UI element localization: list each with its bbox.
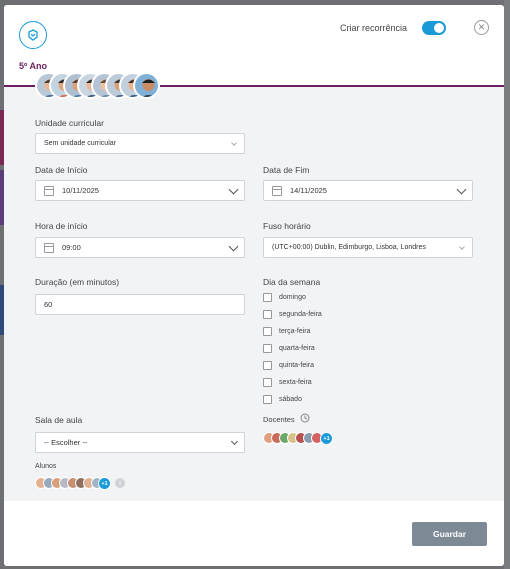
teachers-label: Docentes: [263, 415, 295, 424]
checkbox[interactable]: [263, 395, 272, 404]
calendar-icon: [44, 185, 54, 196]
weekday-option[interactable]: domingo: [263, 289, 322, 306]
checkbox[interactable]: [263, 327, 272, 336]
classroom-select[interactable]: -- Escolher --: [35, 432, 245, 453]
timezone-value: (UTC+00:00) Dublin, Edimburgo, Lisboa, L…: [272, 244, 426, 251]
calendar-icon: [44, 242, 54, 253]
curricular-unit-label: Unidade curricular: [35, 118, 104, 128]
recurrence-label: Criar recorrência: [340, 23, 408, 33]
recurrence-toggle[interactable]: [422, 21, 446, 35]
chevron-down-icon: [228, 241, 239, 252]
weekday-option[interactable]: sexta-feira: [263, 374, 322, 391]
students-avatars[interactable]: +1 i: [35, 477, 135, 491]
weekday-option[interactable]: quinta-feira: [263, 357, 322, 374]
end-date-value: 14/11/2025: [290, 186, 327, 195]
modal-footer: Guardar: [4, 501, 504, 566]
checkbox[interactable]: [263, 310, 272, 319]
weekday-option-label: quarta-feira: [279, 345, 315, 352]
avatar: [133, 72, 160, 99]
checkbox[interactable]: [263, 293, 272, 302]
end-date-label: Data de Fim: [263, 165, 310, 175]
duration-value: 60: [44, 300, 53, 309]
chevron-down-icon: [456, 184, 467, 195]
classroom-value: -- Escolher --: [44, 438, 88, 447]
weekday-option[interactable]: sábado: [263, 391, 322, 408]
duration-label: Duração (em minutos): [35, 277, 120, 287]
start-time-field[interactable]: 09:00: [35, 237, 245, 258]
checkbox[interactable]: [263, 344, 272, 353]
duration-input[interactable]: 60: [35, 294, 245, 315]
form-body: Unidade curricular Sem unidade curricula…: [4, 87, 504, 501]
weekday-option[interactable]: terça-feira: [263, 323, 322, 340]
checkbox[interactable]: [263, 378, 272, 387]
timezone-label: Fuso horário: [263, 221, 311, 231]
start-time-value: 09:00: [62, 243, 81, 252]
background-edge: [504, 0, 510, 569]
teachers-avatars[interactable]: +1: [263, 432, 343, 446]
class-title: 5º Ano: [19, 61, 47, 71]
chevron-down-icon: [231, 140, 237, 146]
weekday-option-label: quinta-feira: [279, 362, 315, 369]
start-date-value: 10/11/2025: [62, 186, 99, 195]
weekday-option-label: domingo: [279, 294, 306, 301]
students-label: Alunos: [35, 463, 57, 470]
logo-icon: [19, 21, 47, 49]
weekday-option-label: sábado: [279, 396, 302, 403]
start-date-label: Data de Início: [35, 165, 88, 175]
clock-icon[interactable]: [300, 413, 310, 423]
create-class-modal: 5º Ano Criar recorrência ✕ Unidade curri…: [4, 5, 504, 566]
chevron-down-icon: [459, 244, 465, 250]
weekday-label: Dia da semana: [263, 277, 321, 287]
timezone-select[interactable]: (UTC+00:00) Dublin, Edimburgo, Lisboa, L…: [263, 237, 473, 258]
curricular-unit-value: Sem unidade curricular: [44, 140, 116, 147]
end-date-field[interactable]: 14/11/2025: [263, 180, 473, 201]
weekday-option[interactable]: quarta-feira: [263, 340, 322, 357]
start-date-field[interactable]: 10/11/2025: [35, 180, 245, 201]
students-more-badge[interactable]: +1: [98, 477, 111, 490]
weekday-option-label: terça-feira: [279, 328, 311, 335]
class-avatars[interactable]: [35, 72, 175, 100]
weekday-option-label: segunda-feira: [279, 311, 322, 318]
info-icon[interactable]: i: [115, 478, 125, 488]
weekday-option[interactable]: segunda-feira: [263, 306, 322, 323]
chevron-down-icon: [230, 437, 239, 446]
weekday-option-label: sexta-feira: [279, 379, 312, 386]
curricular-unit-select[interactable]: Sem unidade curricular: [35, 133, 245, 154]
weekday-list: domingo segunda-feira terça-feira quarta…: [263, 289, 322, 408]
save-button[interactable]: Guardar: [412, 522, 487, 546]
calendar-icon: [272, 185, 282, 196]
chevron-down-icon: [228, 184, 239, 195]
teachers-more-badge[interactable]: +1: [320, 432, 333, 445]
checkbox[interactable]: [263, 361, 272, 370]
classroom-label: Sala de aula: [35, 415, 83, 425]
close-icon[interactable]: ✕: [474, 20, 489, 35]
start-time-label: Hora de início: [35, 221, 88, 231]
